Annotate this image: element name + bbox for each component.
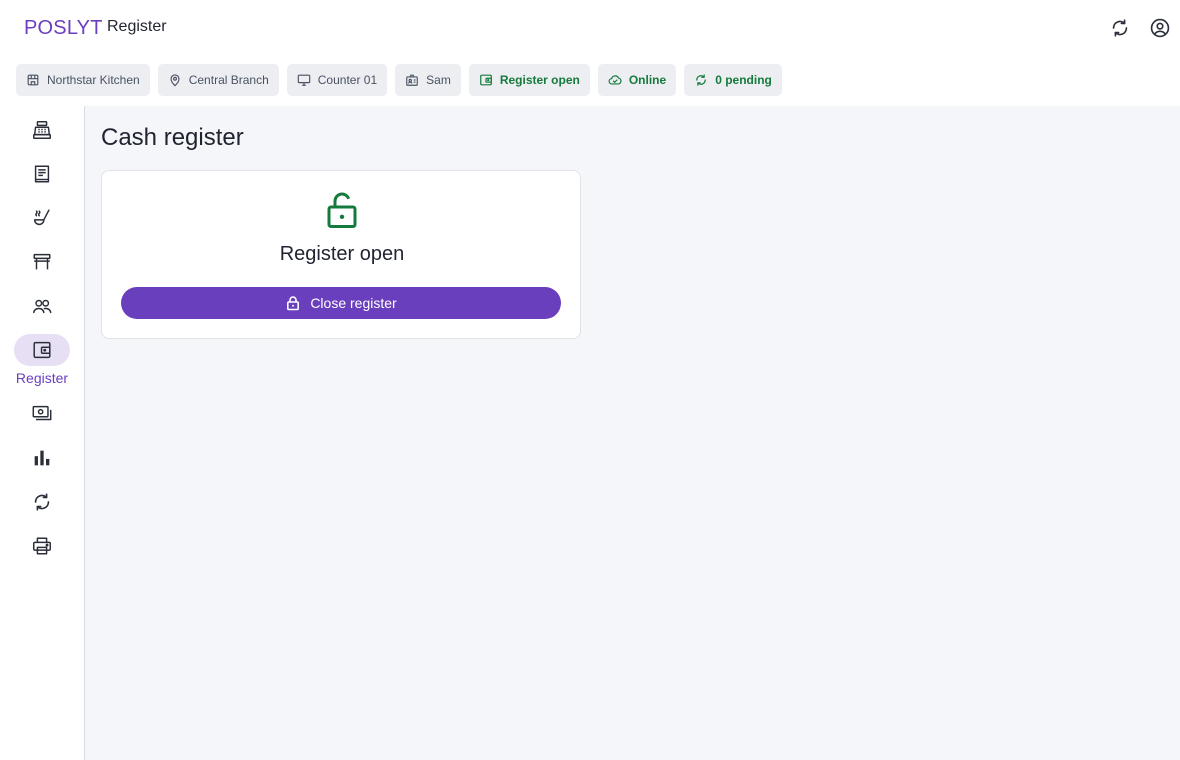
chip-counter[interactable]: Counter 01: [286, 64, 388, 96]
account-circle-icon[interactable]: [1148, 16, 1172, 40]
monitor-icon: [297, 74, 311, 86]
chip-branch-label: Central Branch: [188, 73, 269, 87]
close-register-button[interactable]: Close register: [121, 287, 561, 319]
page-title: Cash register: [101, 124, 244, 151]
chip-pending-label: 0 pending: [715, 73, 772, 87]
sync-icon: [34, 493, 50, 511]
nav-item-tables[interactable]: [14, 246, 70, 278]
nav-item-payments[interactable]: [14, 398, 70, 430]
cash-register-icon: [33, 121, 51, 139]
chip-counter-label: Counter 01: [317, 73, 378, 87]
chip-user-label: Sam: [426, 73, 451, 87]
chip-business[interactable]: Northstar Kitchen: [16, 64, 150, 96]
register-status-card: Register open Close register: [101, 170, 581, 339]
chip-pending[interactable]: 0 pending: [684, 64, 782, 96]
chip-connection[interactable]: Online: [597, 64, 677, 96]
wallet-register-icon: [33, 341, 51, 359]
payments-icon: [32, 405, 52, 421]
navigation-rail: Register: [0, 106, 85, 760]
nav-item-pos[interactable]: [14, 114, 70, 146]
sync-small-icon: [696, 74, 707, 86]
printer-icon: [33, 537, 51, 555]
sync-icon[interactable]: [1108, 16, 1132, 40]
nav-item-reports[interactable]: [14, 442, 70, 474]
customers-icon: [33, 299, 52, 314]
nav-item-sync[interactable]: [14, 486, 70, 518]
chip-connection-label: Online: [628, 73, 667, 87]
chip-user[interactable]: Sam: [395, 64, 461, 96]
nav-item-register[interactable]: [14, 334, 70, 366]
nav-item-register-label[interactable]: Register: [0, 370, 84, 386]
nav-item-customers[interactable]: [14, 290, 70, 322]
nav-item-kitchen[interactable]: [14, 202, 70, 234]
register-status-text: Register open: [279, 243, 405, 265]
chip-business-label: Northstar Kitchen: [47, 73, 140, 87]
wallet-icon: [479, 74, 492, 86]
tables-icon: [33, 253, 51, 270]
location-pin-icon: [170, 74, 180, 87]
store-icon: [27, 74, 39, 86]
chip-register-status-label: Register open: [499, 73, 580, 87]
nav-item-printer[interactable]: [14, 530, 70, 562]
close-register-label: Close register: [310, 295, 397, 311]
page-label: Register: [107, 18, 167, 35]
cloud-done-icon: [608, 75, 622, 85]
top-app-bar: POSLYT Register: [0, 0, 1180, 56]
status-chips: Northstar Kitchen Central Branch Counter…: [16, 64, 782, 96]
lock-open-icon: [327, 192, 357, 228]
chip-register-status[interactable]: Register open: [468, 64, 590, 96]
chip-branch[interactable]: Central Branch: [157, 64, 279, 96]
brand-logo[interactable]: POSLYT: [24, 17, 103, 40]
orders-receipt-icon: [34, 165, 50, 183]
nav-item-orders[interactable]: [14, 158, 70, 190]
badge-icon: [406, 74, 418, 86]
reports-chart-icon: [34, 450, 50, 466]
kitchen-icon: [33, 209, 50, 226]
lock-icon: [287, 296, 300, 311]
main-content: Cash register Register open Close regist…: [85, 106, 1180, 760]
